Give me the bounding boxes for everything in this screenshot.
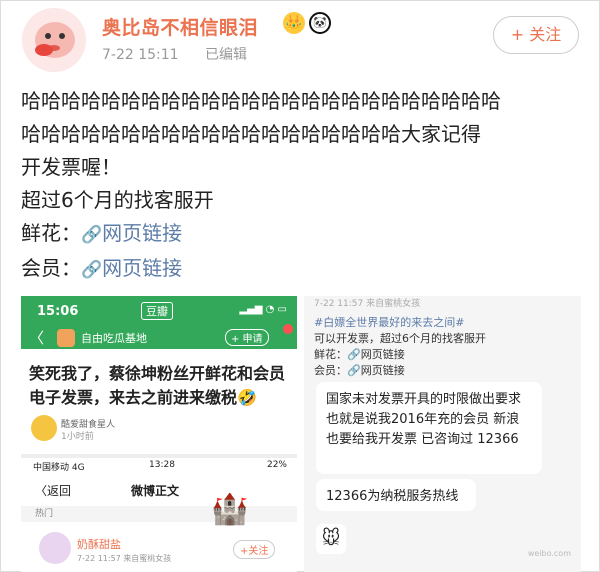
watermark: weibo.com (527, 549, 571, 558)
author-time: 1小时前 (61, 432, 94, 442)
phone-status-bar: 中国移动 4G 13:28 22% (21, 460, 297, 474)
carrier: 中国移动 4G (33, 463, 85, 473)
avatar-image (22, 8, 86, 72)
image1-headline: 笑死我了，蔡徐坤粉丝开鲜花和会员电子发票，来去之前进来缴税🤣 (29, 364, 286, 407)
post-text: 哈哈哈哈哈哈哈哈哈哈哈哈哈哈哈哈哈哈哈哈哈哈哈哈 哈哈哈哈哈哈哈哈哈哈哈哈哈哈哈… (21, 85, 581, 287)
post-image-1[interactable]: 15:06 豆瓣 ▂▄▆ ◔ ▭ 〈 自由吃瓜基地 + 申请 笑死我了，蔡徐坤粉… (21, 296, 297, 572)
image2-line-1: 可以开发票，超过6个月的找客服开 (314, 332, 486, 345)
image2-meta: 7-22 11:57 来自蜜桃女孩 (314, 299, 421, 309)
flower-link-text: 网页链接 (102, 221, 183, 245)
post-time: 7-22 15:11 (102, 47, 179, 63)
castle-decoration-icon: 🏰 (211, 492, 249, 527)
member-link-text: 网页链接 (102, 256, 183, 280)
flower-link-row: 鲜花：🔗网页链接 (21, 217, 581, 252)
user-avatar[interactable] (22, 8, 86, 72)
member-label: 会员： (21, 256, 81, 280)
app-tag: 豆瓣 (141, 302, 173, 320)
user2-follow: +关注 (233, 540, 276, 559)
user2-avatar (39, 532, 71, 564)
link-icon: 🔗 (81, 225, 103, 245)
member-link-row: 会员：🔗网页链接 (21, 252, 581, 287)
post-meta: 7-22 15:11 已编辑 (102, 44, 247, 64)
edited-label: 已编辑 (205, 47, 248, 63)
group-icon (57, 329, 75, 347)
flower-web-link[interactable]: 🔗网页链接 (81, 221, 182, 245)
flower-label: 鲜花： (21, 221, 81, 245)
crown-badge-icon: 👑 (283, 12, 305, 34)
apply-button: + 申请 (225, 329, 269, 346)
user2-time: 7-22 11:57 来自蜜桃女孩 (77, 554, 172, 563)
battery: 22% (266, 460, 287, 470)
post-line-1: 哈哈哈哈哈哈哈哈哈哈哈哈哈哈哈哈哈哈哈哈哈哈哈哈 (21, 89, 501, 113)
mickey-avatar-icon: 🐭 (316, 524, 346, 554)
panda-badge-icon: 🐼 (309, 12, 331, 34)
clock: 13:28 (149, 460, 175, 470)
post-line-3: 开发票喔！ (21, 155, 121, 179)
signal-wifi-battery-icon: ▂▄▆ ◔ ▭ (239, 304, 287, 315)
user2-name: 奶酥甜盐 (77, 538, 121, 551)
image2-hashtag: #白嫖全世界最好的来去之间# (314, 316, 465, 329)
douban-top-bar: 15:06 豆瓣 ▂▄▆ ◔ ▭ 〈 自由吃瓜基地 + 申请 (21, 296, 297, 349)
username[interactable]: 奥比岛不相信眼泪 (102, 13, 258, 40)
image2-line-2: 鲜花：🔗网页链接 (314, 348, 405, 361)
link-icon: 🔗 (81, 260, 103, 280)
divider (21, 454, 297, 458)
group-name: 自由吃瓜基地 (81, 332, 147, 345)
back-label: 〈返回 (35, 484, 72, 498)
nav-title: 微博正文 (131, 484, 180, 498)
post-image-2[interactable]: 7-22 11:57 来自蜜桃女孩 #白嫖全世界最好的来去之间# 可以开发票，超… (304, 296, 581, 572)
post-line-2: 哈哈哈哈哈哈哈哈哈哈哈哈哈哈哈哈哈哈哈大家记得 (21, 122, 481, 146)
status-time: 15:06 (37, 304, 79, 319)
member-web-link[interactable]: 🔗网页链接 (81, 256, 182, 280)
post-line-4: 超过6个月的找客服开 (21, 188, 214, 212)
author-avatar (31, 415, 57, 441)
back-chevron-icon: 〈 (29, 329, 45, 347)
follow-button[interactable]: + 关注 (493, 16, 579, 54)
image2-line-3: 会员：🔗网页链接 (314, 364, 405, 377)
chat-bubble-2: 12366为纳税服务热线 (316, 479, 476, 511)
notification-dot-icon (283, 324, 293, 334)
chat-bubble-1: 国家未对发票开具的时限做出要求 也就是说我2016年充的会员 新浪也要给我开发票… (316, 382, 542, 474)
user-badges: 👑 🐼 (283, 12, 331, 34)
